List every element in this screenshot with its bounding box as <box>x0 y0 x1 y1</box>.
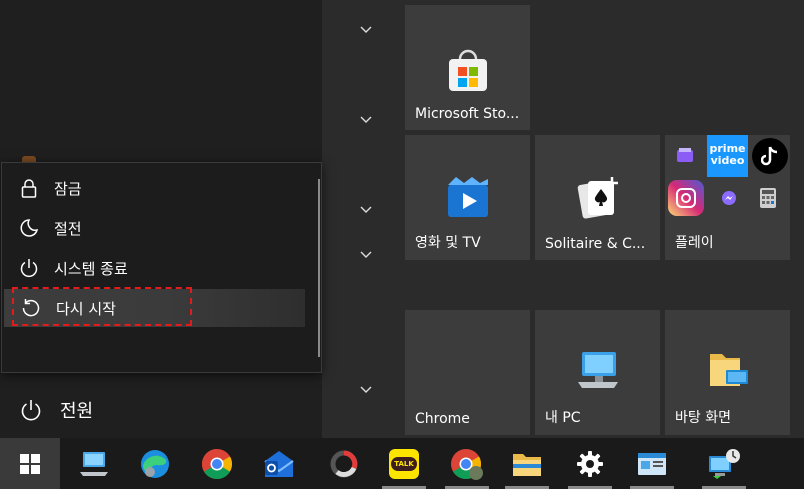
taskbar-settings[interactable] <box>566 438 614 489</box>
power-button[interactable]: 전원 <box>0 392 322 428</box>
power-icon <box>19 258 39 278</box>
power-options-flyout: 잠금 절전 시스템 종료 다시 시작 <box>1 162 322 373</box>
tile-label: 플레이 <box>675 235 714 251</box>
taskbar-file-explorer[interactable] <box>503 438 551 489</box>
tile-label: Chrome <box>415 411 470 427</box>
taskbar-chrome[interactable] <box>193 438 241 489</box>
chevron-down-icon[interactable] <box>360 251 372 263</box>
flyout-scrollbar[interactable] <box>318 179 320 357</box>
file-explorer-icon <box>513 453 541 476</box>
moon-icon <box>19 218 39 238</box>
chevron-down-icon[interactable] <box>360 206 372 218</box>
kakaotalk-icon: TALK <box>389 448 419 479</box>
tile-label: 영화 및 TV <box>415 235 481 251</box>
instagram-icon <box>668 180 704 216</box>
tile-movies-tv[interactable]: 영화 및 TV <box>405 135 530 260</box>
taskbar-app-ring[interactable] <box>320 438 368 489</box>
tile-my-pc[interactable]: 내 PC <box>535 310 660 435</box>
tile-microsoft-store[interactable]: Microsoft Sto... <box>405 5 530 130</box>
chrome-icon <box>201 448 233 479</box>
tiktok-icon <box>752 138 788 174</box>
messenger-icon <box>721 190 737 210</box>
network-pc-icon <box>80 451 108 476</box>
app-ring-icon <box>330 450 358 477</box>
edge-icon <box>141 449 169 478</box>
store-bag-icon <box>446 49 490 97</box>
tile-label: 바탕 화면 <box>675 410 731 426</box>
prime-video-icon: prime video <box>707 135 748 177</box>
highlight-annotation-box <box>12 287 192 326</box>
start-button[interactable] <box>0 438 60 489</box>
windows-start-icon <box>20 453 40 474</box>
chevron-down-icon[interactable] <box>360 116 372 128</box>
taskbar-edge[interactable] <box>131 438 179 489</box>
kakaotalk-badge-text: TALK <box>391 456 417 471</box>
power-option-sleep[interactable]: 절전 <box>2 209 302 247</box>
power-option-lock[interactable]: 잠금 <box>2 169 302 207</box>
desktop-folder-icon <box>706 348 750 394</box>
taskbar-control-panel[interactable] <box>628 438 676 489</box>
power-option-label: 잠금 <box>54 179 82 198</box>
taskbar-kakaotalk[interactable]: TALK <box>380 438 428 489</box>
computer-icon <box>576 348 620 394</box>
taskbar-remote-desktop[interactable] <box>700 438 748 489</box>
power-option-label: 시스템 종료 <box>54 259 128 278</box>
tile-chrome[interactable]: Chrome <box>405 310 530 435</box>
taskbar: TALK <box>0 438 804 489</box>
power-button-label: 전원 <box>60 401 94 422</box>
mail-icon <box>264 450 294 477</box>
chevron-down-icon[interactable] <box>360 26 372 38</box>
power-icon <box>20 399 42 421</box>
tile-label: Solitaire & C... <box>545 236 646 252</box>
tile-group-headers <box>322 0 402 438</box>
calculator-icon <box>760 188 776 212</box>
lock-icon <box>19 178 39 198</box>
taskbar-mail[interactable] <box>255 438 303 489</box>
taskbar-network-pc[interactable] <box>70 438 118 489</box>
tile-label: 내 PC <box>545 410 581 426</box>
chevron-down-icon[interactable] <box>360 386 372 398</box>
movies-tv-icon <box>444 175 492 225</box>
control-panel-icon <box>638 452 666 475</box>
tile-desktop[interactable]: 바탕 화면 <box>665 310 790 435</box>
tile-solitaire[interactable]: Solitaire & C... <box>535 135 660 260</box>
power-option-label: 절전 <box>54 219 82 238</box>
remote-desktop-icon <box>709 448 740 479</box>
video-text: video <box>710 154 745 167</box>
solitaire-cards-icon <box>574 175 622 225</box>
power-option-shutdown[interactable]: 시스템 종료 <box>2 249 302 287</box>
settings-gear-icon <box>577 450 603 477</box>
tile-play-folder[interactable]: prime video 플레이 <box>665 135 790 260</box>
taskbar-chrome-profile[interactable] <box>443 438 491 489</box>
tile-label: Microsoft Sto... <box>415 106 520 122</box>
video-app-icon <box>677 147 693 166</box>
chrome-profile-icon <box>451 448 483 480</box>
